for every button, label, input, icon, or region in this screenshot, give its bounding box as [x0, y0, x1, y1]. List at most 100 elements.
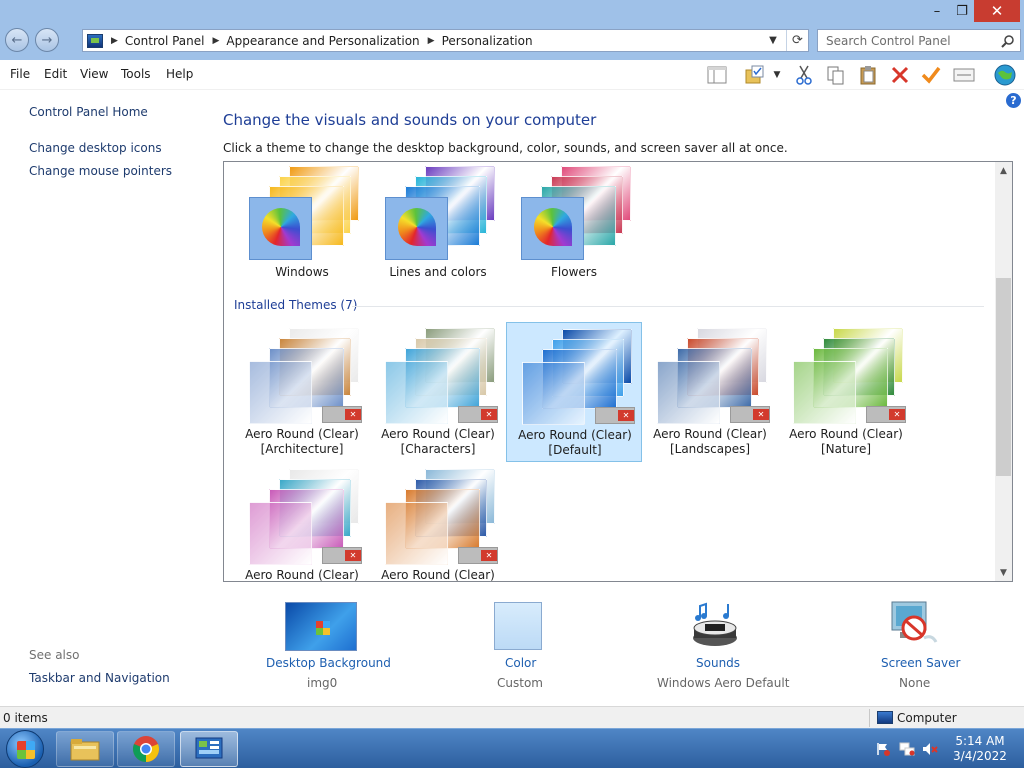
delete-theme-icon [595, 407, 635, 424]
breadcrumb-appearance[interactable]: Appearance and Personalization [226, 34, 419, 48]
file-explorer-icon [70, 739, 100, 761]
color-link[interactable]: Color [505, 656, 536, 670]
menu-help[interactable]: Help [166, 67, 193, 81]
back-button[interactable]: ← [5, 28, 29, 52]
address-dropdown-button[interactable]: ▼ [764, 30, 782, 51]
item-count: 0 items [3, 711, 48, 725]
section-divider [352, 306, 984, 307]
status-bar: 0 items Computer [0, 706, 1024, 728]
control-panel-icon [87, 33, 103, 48]
theme-variant: [Architecture] [260, 442, 344, 456]
dropdown-arrow-icon[interactable]: ▼ [770, 64, 784, 86]
sounds-icon [693, 602, 737, 646]
menu-edit[interactable]: Edit [44, 67, 67, 81]
sidebar-control-panel-home[interactable]: Control Panel Home [29, 105, 148, 119]
screen-saver-value: None [899, 676, 931, 690]
help-icon[interactable]: ? [1006, 93, 1021, 108]
glass-color-preview [657, 361, 720, 424]
glass-color-preview [793, 361, 856, 424]
chevron-right-icon: ▶ [427, 35, 435, 46]
taskbar: 5:14 AM 3/4/2022 [0, 728, 1024, 768]
search-icon[interactable] [1001, 34, 1015, 48]
folder-check-icon[interactable] [744, 64, 766, 86]
refresh-button[interactable]: ⟳ [786, 30, 808, 51]
screen-saver-icon [891, 601, 938, 643]
forward-arrow-icon: → [41, 32, 53, 48]
installed-theme-6[interactable]: Aero Round (Clear) [370, 463, 506, 581]
taskbar-chrome[interactable] [117, 731, 175, 767]
action-center-flag-icon[interactable] [875, 742, 891, 756]
sounds-value: Windows Aero Default [657, 676, 790, 690]
scroll-thumb[interactable] [996, 278, 1011, 476]
theme-name: Windows [275, 265, 329, 279]
delete-icon[interactable] [889, 64, 911, 86]
properties-icon[interactable] [953, 64, 975, 86]
see-also-heading: See also [29, 648, 80, 662]
taskbar-control-panel[interactable] [180, 731, 238, 767]
glass-color-preview [249, 502, 312, 565]
search-input[interactable]: Search Control Panel [817, 29, 1021, 52]
scroll-up-button[interactable]: ▲ [995, 162, 1012, 179]
installed-theme-4[interactable]: Aero Round (Clear)[Nature] [778, 322, 914, 462]
delete-theme-icon [730, 406, 770, 423]
clock-date[interactable]: 3/4/2022 [950, 749, 1010, 763]
checkmark-icon[interactable] [920, 64, 942, 86]
theme-name: Aero Round (Clear) [245, 427, 359, 441]
sidebar-taskbar-navigation[interactable]: Taskbar and Navigation [29, 671, 170, 685]
copy-icon[interactable] [825, 64, 847, 86]
sounds-link[interactable]: Sounds [696, 656, 740, 670]
network-icon[interactable] [899, 742, 915, 756]
title-bar: – ❐ ✕ [0, 0, 1024, 24]
vertical-scrollbar[interactable]: ▲ ▼ [995, 162, 1012, 581]
taskbar-file-explorer[interactable] [56, 731, 114, 767]
glass-color-preview [385, 502, 448, 565]
scroll-down-button[interactable]: ▼ [995, 564, 1012, 581]
maximize-button[interactable]: ❐ [950, 0, 974, 22]
sidebar-change-mouse-pointers[interactable]: Change mouse pointers [29, 164, 172, 178]
installed-theme-1[interactable]: Aero Round (Clear)[Characters] [370, 322, 506, 462]
back-arrow-icon: ← [11, 32, 23, 48]
color-palette-icon [249, 197, 312, 260]
windows-theme-2[interactable]: Flowers [506, 162, 642, 300]
installed-theme-3[interactable]: Aero Round (Clear)[Landscapes] [642, 322, 778, 462]
paste-icon[interactable] [857, 64, 879, 86]
menu-view[interactable]: View [80, 67, 108, 81]
close-button[interactable]: ✕ [974, 0, 1020, 22]
installed-theme-2[interactable]: Aero Round (Clear)[Default] [506, 322, 642, 462]
sidebar-change-desktop-icons[interactable]: Change desktop icons [29, 141, 162, 155]
theme-list[interactable]: Windows Lines and colors Flowers Installed… [223, 161, 1013, 582]
forward-button[interactable]: → [35, 28, 59, 52]
breadcrumb-control-panel[interactable]: Control Panel [125, 34, 205, 48]
navigation-bar: ← → ▶ Control Panel ▶ Appearance and Per… [0, 24, 1024, 60]
windows-theme-0[interactable]: Windows [234, 162, 370, 300]
volume-muted-icon[interactable] [922, 742, 938, 756]
chevron-right-icon: ▶ [111, 35, 118, 46]
address-bar[interactable]: ▶ Control Panel ▶ Appearance and Persona… [82, 29, 809, 52]
menu-tools[interactable]: Tools [121, 67, 151, 81]
color-swatch-icon [494, 602, 542, 650]
delete-theme-icon [458, 547, 498, 564]
delete-theme-icon [322, 406, 362, 423]
color-value: Custom [497, 676, 543, 690]
screen-saver-link[interactable]: Screen Saver [881, 656, 960, 670]
computer-icon [877, 711, 893, 724]
clock-time[interactable]: 5:14 AM [950, 734, 1010, 748]
glass-color-preview [249, 361, 312, 424]
layout-icon[interactable] [706, 64, 728, 86]
installed-theme-0[interactable]: Aero Round (Clear)[Architecture] [234, 322, 370, 462]
windows-theme-1[interactable]: Lines and colors [370, 162, 506, 300]
start-button[interactable] [6, 730, 44, 768]
theme-variant: [Landscapes] [669, 442, 751, 456]
desktop-background-icon [285, 602, 357, 651]
minimize-button[interactable]: – [924, 0, 950, 22]
theme-name: Aero Round (Clear) [381, 427, 495, 441]
installed-themes-heading: Installed Themes (7) [234, 298, 358, 312]
menu-file[interactable]: File [10, 67, 30, 81]
cut-icon[interactable] [793, 64, 815, 86]
globe-icon[interactable] [992, 64, 1018, 86]
color-palette-icon [385, 197, 448, 260]
installed-theme-5[interactable]: Aero Round (Clear) [234, 463, 370, 581]
search-placeholder: Search Control Panel [826, 33, 951, 48]
desktop-background-link[interactable]: Desktop Background [266, 656, 391, 670]
breadcrumb-personalization[interactable]: Personalization [442, 34, 533, 48]
